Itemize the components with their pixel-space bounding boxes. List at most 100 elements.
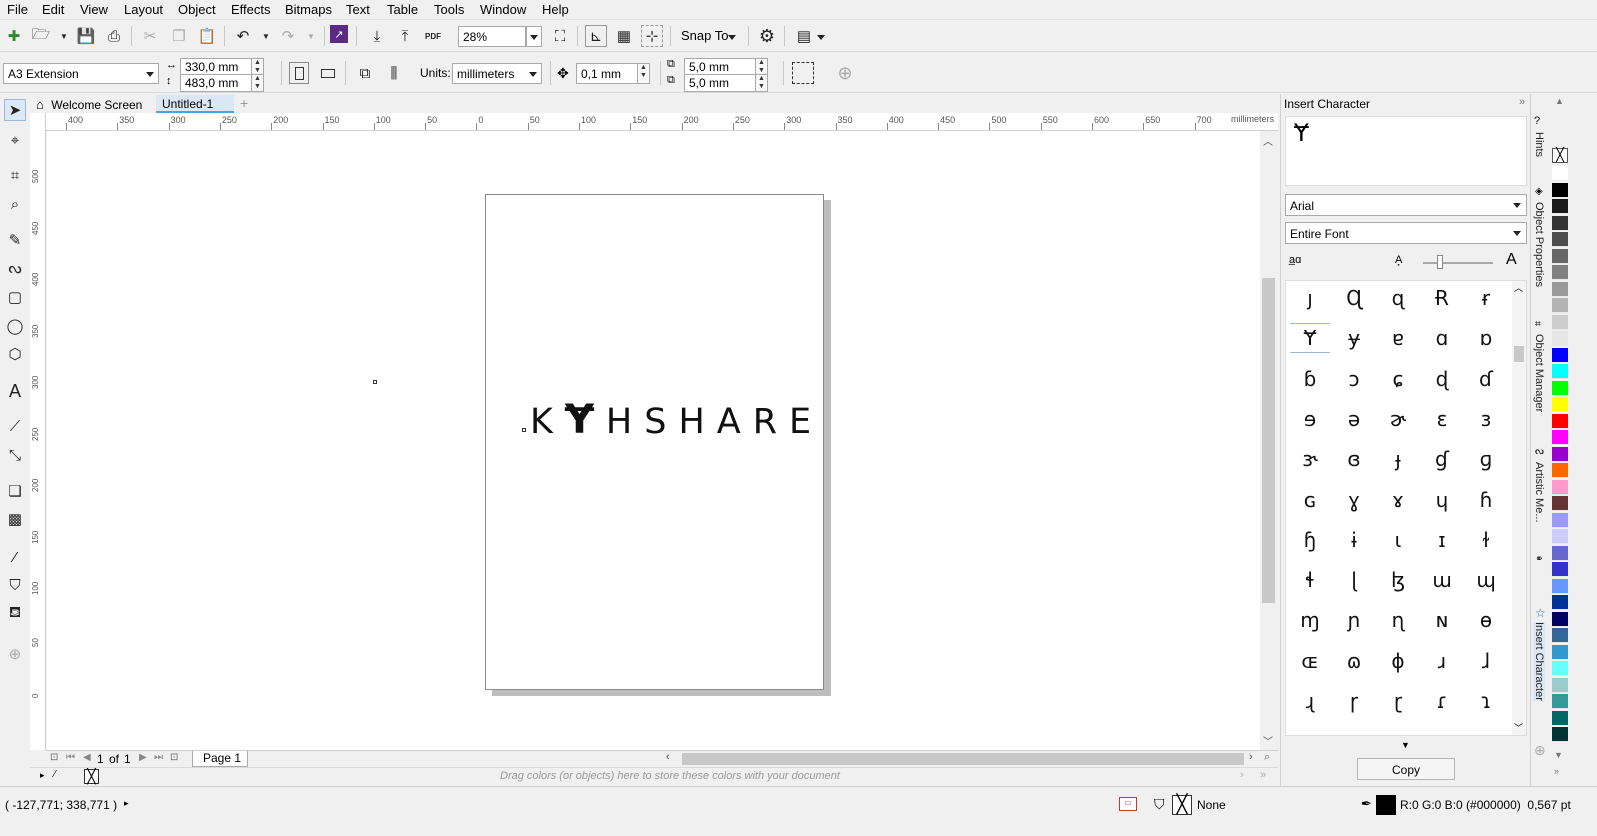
glyph-cell[interactable]: ɹ bbox=[1422, 646, 1462, 676]
undo-dropdown-icon[interactable]: ▼ bbox=[255, 25, 277, 47]
palette-color-swatch[interactable] bbox=[1552, 347, 1568, 363]
glyph-cell[interactable]: ɍ bbox=[1466, 283, 1506, 313]
add-tool-icon[interactable]: ⊕ bbox=[4, 643, 26, 665]
copy-icon[interactable]: ❐ bbox=[168, 25, 190, 47]
glyph-cell[interactable]: ɋ bbox=[1378, 283, 1418, 313]
palette-color-swatch[interactable] bbox=[1552, 661, 1568, 676]
tray-scroll-icon[interactable]: ▸ bbox=[40, 770, 45, 781]
horizontal-scrollbar[interactable]: ‹ › bbox=[666, 751, 1266, 767]
palette-color-swatch[interactable] bbox=[1552, 314, 1568, 330]
glyph-cell[interactable]: ɕ bbox=[1378, 364, 1418, 394]
glyph-cell[interactable]: ɼ bbox=[1334, 686, 1374, 716]
ellipse-tool-icon[interactable]: ◯ bbox=[4, 315, 26, 337]
snap-to-dropdown-icon[interactable] bbox=[728, 31, 738, 40]
parallel-dimension-icon[interactable]: ⟋ bbox=[4, 415, 26, 437]
scroll-left-icon[interactable]: ‹ bbox=[666, 751, 670, 763]
palette-color-swatch[interactable] bbox=[1552, 578, 1568, 594]
page-1-tab[interactable]: Page 1 bbox=[192, 751, 248, 767]
glyph-cell[interactable]: ɘ bbox=[1290, 404, 1330, 434]
menu-file[interactable]: File bbox=[7, 2, 28, 17]
horizontal-ruler[interactable]: 400 350 300 250 200 150 100 50 0 50 100 150 200 250 30… bbox=[46, 113, 1278, 131]
palette-color-swatch[interactable] bbox=[1552, 446, 1568, 462]
palette-color-swatch[interactable] bbox=[1552, 562, 1568, 577]
status-expand-icon[interactable]: ▸ bbox=[124, 798, 129, 809]
palette-color-swatch[interactable] bbox=[1552, 496, 1568, 511]
glyph-cell[interactable]: ɽ bbox=[1378, 686, 1418, 716]
polygon-tool-icon[interactable]: ⬡ bbox=[4, 343, 26, 365]
palette-color-swatch[interactable] bbox=[1552, 595, 1568, 610]
palette-color-swatch[interactable] bbox=[1552, 628, 1568, 643]
tab-welcome-screen[interactable]: ⌂ Welcome Screen bbox=[30, 95, 158, 113]
print-icon[interactable]: ⎙ bbox=[103, 25, 125, 47]
vertical-scrollbar[interactable]: ︿ ﹀ bbox=[1260, 131, 1278, 750]
glyph-cell[interactable]: Ɋ bbox=[1334, 283, 1374, 313]
palette-color-swatch[interactable] bbox=[1552, 545, 1568, 561]
glyph-cell[interactable]: ɤ bbox=[1378, 485, 1418, 515]
current-page-icon[interactable]: ⫼ bbox=[383, 62, 405, 84]
nudge-distance-field[interactable]: 0,1 mm bbox=[576, 63, 638, 84]
document-color-tray[interactable]: ▸ ⁄ ╳ Drag colors (or objects) here to s… bbox=[30, 767, 1278, 785]
menu-layout[interactable]: Layout bbox=[124, 2, 163, 17]
portrait-icon[interactable] bbox=[289, 62, 309, 84]
side-tab-object-manager[interactable]: Object Manager bbox=[1533, 334, 1545, 412]
all-pages-icon[interactable]: ⧉ bbox=[354, 62, 376, 84]
scroll-down-icon[interactable]: ﹀ bbox=[1263, 733, 1273, 748]
artistic-media-icon[interactable]: ᔓ bbox=[4, 257, 26, 279]
side-tab-hints[interactable]: Hints bbox=[1533, 132, 1545, 157]
interactive-fill-icon[interactable]: ⛉ bbox=[4, 574, 26, 596]
menu-edit[interactable]: Edit bbox=[42, 2, 64, 17]
docker-expand-icon[interactable]: » bbox=[1519, 96, 1525, 108]
cut-icon[interactable]: ✂ bbox=[139, 25, 161, 47]
glyph-cell[interactable]: ɣ bbox=[1334, 485, 1374, 515]
outline-pen-icon[interactable]: ✒ bbox=[1361, 796, 1372, 812]
glyph-cell[interactable]: ɶ bbox=[1290, 646, 1330, 676]
glyph-cell[interactable]: ɩ bbox=[1378, 525, 1418, 555]
palette-color-swatch[interactable] bbox=[1552, 364, 1568, 379]
palette-color-swatch[interactable] bbox=[1552, 166, 1568, 181]
glyph-scroll-down-icon[interactable]: ﹀ bbox=[1514, 721, 1523, 734]
zoom-navigator-icon[interactable]: ⌕ bbox=[1264, 751, 1270, 764]
export-icon[interactable]: ⤒ bbox=[394, 25, 416, 47]
page-height-field[interactable]: 483,0 mm bbox=[180, 74, 252, 92]
tray-next-icon[interactable]: › bbox=[1240, 769, 1244, 781]
glyph-scroll-up-icon[interactable]: ︿ bbox=[1514, 281, 1523, 294]
glyph-cell[interactable]: ɝ bbox=[1290, 444, 1330, 474]
glyph-cell[interactable]: ɒ bbox=[1466, 323, 1506, 353]
outline-color-swatch[interactable] bbox=[1376, 795, 1396, 815]
menu-view[interactable]: View bbox=[80, 2, 108, 17]
palette-color-swatch[interactable] bbox=[1552, 199, 1568, 214]
glyph-cell[interactable]: ɥ bbox=[1422, 485, 1462, 515]
zoom-dropdown[interactable] bbox=[526, 26, 542, 47]
palette-color-swatch[interactable] bbox=[1552, 512, 1568, 528]
nudge-spinner[interactable]: ▲ ▼ bbox=[638, 63, 650, 84]
character-subset-select[interactable]: Entire Font bbox=[1285, 222, 1527, 244]
palette-color-swatch[interactable] bbox=[1552, 248, 1568, 264]
palette-color-swatch[interactable] bbox=[1552, 463, 1568, 478]
save-icon[interactable]: 💾 bbox=[75, 25, 97, 47]
glyph-cell[interactable]: ɗ bbox=[1466, 364, 1506, 394]
glyph-size-slider-thumb[interactable] bbox=[1437, 255, 1443, 269]
full-screen-preview-icon[interactable]: ⛶ bbox=[549, 25, 571, 47]
last-page-icon[interactable]: ⏭ bbox=[154, 752, 163, 763]
palette-color-swatch[interactable] bbox=[1552, 265, 1568, 280]
palette-color-swatch[interactable] bbox=[1552, 298, 1568, 313]
publish-pdf-icon[interactable]: PDF bbox=[422, 25, 444, 47]
small-glyph-icon[interactable]: A̟ bbox=[1395, 254, 1402, 266]
application-launcher-icon[interactable]: ▤ bbox=[793, 25, 815, 47]
glyph-cell[interactable]: ɬ bbox=[1290, 565, 1330, 595]
menu-help[interactable]: Help bbox=[542, 2, 569, 17]
selection-node[interactable] bbox=[373, 380, 377, 384]
add-page-before-icon[interactable]: ⊡ bbox=[50, 752, 58, 763]
glyph-cell[interactable]: ɠ bbox=[1422, 444, 1462, 474]
side-tab-object-properties[interactable]: Object Properties bbox=[1533, 202, 1545, 287]
glyph-cell[interactable]: ɱ bbox=[1290, 605, 1330, 635]
add-page-after-icon[interactable]: ⊡ bbox=[170, 752, 178, 763]
new-document-icon[interactable]: ✚ bbox=[3, 25, 25, 47]
add-docker-icon[interactable]: ⊕ bbox=[1534, 742, 1546, 759]
horizontal-scroll-thumb[interactable] bbox=[682, 753, 1244, 765]
glyph-cell[interactable]: ɐ bbox=[1378, 323, 1418, 353]
glyph-cell[interactable]: Ɍ bbox=[1422, 283, 1462, 313]
palette-color-swatch[interactable] bbox=[1552, 397, 1568, 412]
glyph-cell[interactable]: ɦ bbox=[1466, 485, 1506, 515]
menu-tools[interactable]: Tools bbox=[434, 2, 464, 17]
